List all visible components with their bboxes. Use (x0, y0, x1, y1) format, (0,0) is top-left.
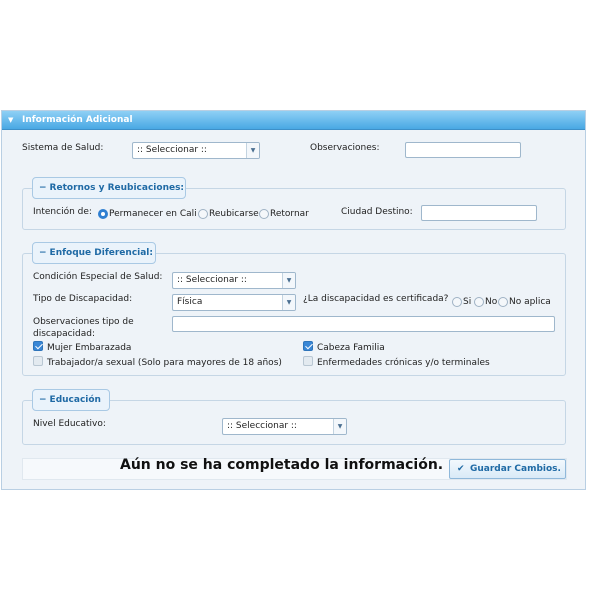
nivel-educativo-label: Nivel Educativo: (33, 419, 106, 429)
condicion-especial-label: Condición Especial de Salud: (33, 272, 163, 282)
retornos-legend[interactable]: − Retornos y Reubicaciones: (32, 177, 186, 199)
chevron-down-icon[interactable]: ▼ (282, 295, 295, 310)
minus-icon[interactable]: − (39, 248, 47, 258)
discapacidad-certificada-label: ¿La discapacidad es certificada? (303, 294, 449, 304)
enfermedades-label: Enfermedades crónicas y/o terminales (317, 358, 490, 368)
cabeza-familia-checkbox[interactable] (303, 341, 313, 351)
trabajador-sexual-label: Trabajador/a sexual (Solo para mayores d… (47, 358, 282, 368)
tipo-discapacidad-value: Física (177, 297, 203, 307)
nivel-educativo-select[interactable]: :: Seleccionar :: ▼ (222, 418, 347, 435)
check-icon: ✔ (457, 464, 465, 474)
chevron-down-icon[interactable]: ▼ (333, 419, 346, 434)
radio-certificada-no-aplica[interactable] (498, 297, 508, 307)
nivel-educativo-value: :: Seleccionar :: (227, 421, 297, 431)
observaciones-label: Observaciones: (310, 143, 380, 153)
radio-permanecer-label: Permanecer en Cali (109, 209, 197, 219)
enfermedades-checkbox[interactable] (303, 356, 313, 366)
save-button[interactable]: ✔ Guardar Cambios. (449, 459, 566, 479)
collapse-triangle-icon[interactable]: ▼ (8, 111, 13, 130)
mujer-embarazada-checkbox[interactable] (33, 341, 43, 351)
radio-retornar-label: Retornar (270, 209, 309, 219)
obs-discapacidad-label-2: discapacidad: (33, 329, 96, 339)
educacion-legend-text: Educación (49, 395, 101, 405)
panel-header[interactable]: ▼ Información Adicional (2, 111, 585, 130)
enfoque-legend-text: Enfoque Diferencial: (49, 248, 153, 258)
radio-no-label: No (485, 297, 498, 307)
radio-retornar[interactable] (259, 209, 269, 219)
sistema-salud-select[interactable]: :: Seleccionar :: ▼ (132, 142, 260, 159)
retornos-legend-text: Retornos y Reubicaciones: (49, 183, 185, 193)
radio-no-aplica-label: No aplica (509, 297, 551, 307)
intencion-label: Intención de: (33, 207, 92, 217)
chevron-down-icon[interactable]: ▼ (282, 273, 295, 288)
ciudad-destino-input[interactable] (421, 205, 537, 221)
radio-permanecer[interactable] (98, 209, 108, 219)
sistema-salud-value: :: Seleccionar :: (137, 145, 207, 155)
mujer-embarazada-label: Mujer Embarazada (47, 343, 132, 353)
trabajador-sexual-checkbox[interactable] (33, 356, 43, 366)
tipo-discapacidad-select[interactable]: Física ▼ (172, 294, 296, 311)
panel-title: Información Adicional (22, 115, 133, 125)
ciudad-destino-label: Ciudad Destino: (341, 207, 413, 217)
observaciones-input[interactable] (405, 142, 521, 158)
cabeza-familia-label: Cabeza Familia (317, 343, 385, 353)
minus-icon[interactable]: − (39, 395, 47, 405)
chevron-down-icon[interactable]: ▼ (246, 143, 259, 158)
condicion-especial-value: :: Seleccionar :: (177, 275, 247, 285)
radio-reubicarse-label: Reubicarse (209, 209, 259, 219)
minus-icon[interactable]: − (39, 183, 47, 193)
status-message: Aún no se ha completado la información. (120, 457, 444, 473)
radio-certificada-no[interactable] (474, 297, 484, 307)
radio-si-label: Si (463, 297, 472, 307)
sistema-salud-label: Sistema de Salud: (22, 143, 104, 153)
save-button-label: Guardar Cambios. (470, 464, 561, 474)
tipo-discapacidad-label: Tipo de Discapacidad: (33, 294, 133, 304)
obs-discapacidad-input[interactable] (172, 316, 555, 332)
radio-reubicarse[interactable] (198, 209, 208, 219)
obs-discapacidad-label-1: Observaciones tipo de (33, 317, 134, 327)
radio-certificada-si[interactable] (452, 297, 462, 307)
educacion-legend[interactable]: − Educación (32, 389, 110, 411)
condicion-especial-select[interactable]: :: Seleccionar :: ▼ (172, 272, 296, 289)
enfoque-legend[interactable]: − Enfoque Diferencial: (32, 242, 156, 264)
